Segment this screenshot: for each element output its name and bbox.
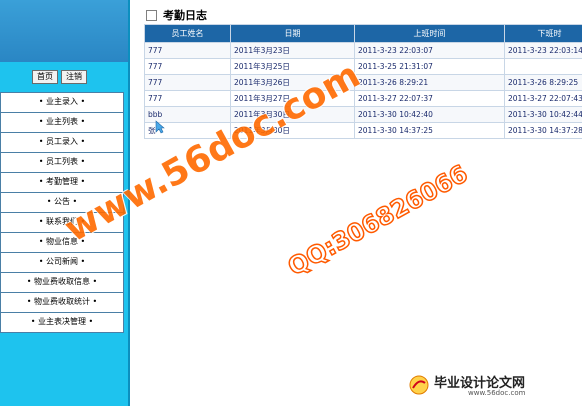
table-header-row: 员工姓名 日期 上班时间 下班时 — [144, 24, 582, 43]
cell-clock-out: 2011-3-26 8:29:25 — [504, 74, 582, 91]
cell-employee-name: 777 — [144, 74, 231, 91]
page-title-row: 考勤日志 — [146, 7, 207, 23]
menu-item-employee-entry[interactable]: • 员工录入 • — [0, 133, 124, 153]
cell-clock-out: 2011-3-30 14:37:28 — [504, 122, 582, 139]
menu-item-owner-vote[interactable]: • 业主表决管理 • — [0, 313, 124, 333]
home-button[interactable]: 首页 — [32, 70, 58, 84]
header-date: 日期 — [230, 24, 355, 43]
table-row: 777 2011年3月27日 2011-3-27 22:07:37 2011-3… — [144, 90, 582, 107]
menu-item-employee-list[interactable]: • 员工列表 • — [0, 153, 124, 173]
main-content: 考勤日志 员工姓名 日期 上班时间 下班时 777 2011年3月23日 201… — [132, 0, 582, 406]
cell-clock-in: 2011-3-25 21:31:07 — [354, 58, 505, 75]
cell-clock-in: 2011-3-27 22:07:37 — [354, 90, 505, 107]
menu-item-fee-statistics[interactable]: • 物业费收取统计 • — [0, 293, 124, 313]
cell-date: 2011年3月23日 — [230, 42, 355, 59]
header-clock-out: 下班时 — [504, 24, 582, 43]
cell-clock-out: 2011-3-23 22:03:14 — [504, 42, 582, 59]
cell-clock-in: 2011-3-30 10:42:40 — [354, 106, 505, 123]
sidebar-top-buttons: 首页 注销 — [32, 70, 87, 84]
cell-clock-in: 2011-3-26 8:29:21 — [354, 74, 505, 91]
header-employee-name: 员工姓名 — [144, 24, 231, 43]
menu-item-owner-list[interactable]: • 业主列表 • — [0, 113, 124, 133]
table-row: bbb 2011年3月30日 2011-3-30 10:42:40 2011-3… — [144, 106, 582, 123]
cell-employee-name: 777 — [144, 42, 231, 59]
cell-clock-in: 2011-3-23 22:03:07 — [354, 42, 505, 59]
menu-item-fee-collection[interactable]: • 物业费收取信息 • — [0, 273, 124, 293]
footer-site-url: www.56doc.com — [468, 389, 526, 397]
attendance-table: 员工姓名 日期 上班时间 下班时 777 2011年3月23日 2011-3-2… — [144, 24, 582, 139]
table-row: 777 2011年3月25日 2011-3-25 21:31:07 — [144, 58, 582, 75]
pointer-cursor-icon — [155, 120, 165, 134]
cell-clock-in: 2011-3-30 14:37:25 — [354, 122, 505, 139]
cell-clock-out: 2011-3-30 10:42:44 — [504, 106, 582, 123]
sidebar-header-banner — [0, 0, 128, 62]
cell-clock-out — [504, 58, 582, 75]
footer-logo: 毕业设计论文网 www.56doc.com — [406, 372, 576, 402]
page-title: 考勤日志 — [163, 9, 207, 22]
header-clock-in: 上班时间 — [354, 24, 505, 43]
logout-button[interactable]: 注销 — [61, 70, 87, 84]
menu-item-company-news[interactable]: • 公司新闻 • — [0, 253, 124, 273]
page-icon — [146, 9, 157, 21]
logo-mark-icon — [409, 375, 429, 395]
menu-item-owner-entry[interactable]: • 业主录入 • — [0, 92, 124, 113]
cell-employee-name: 777 — [144, 58, 231, 75]
cell-employee-name: 777 — [144, 90, 231, 107]
cell-clock-out: 2011-3-27 22:07:43 — [504, 90, 582, 107]
table-row: 777 2011年3月23日 2011-3-23 22:03:07 2011-3… — [144, 42, 582, 59]
menu-item-property-info[interactable]: • 物业信息 • — [0, 233, 124, 253]
